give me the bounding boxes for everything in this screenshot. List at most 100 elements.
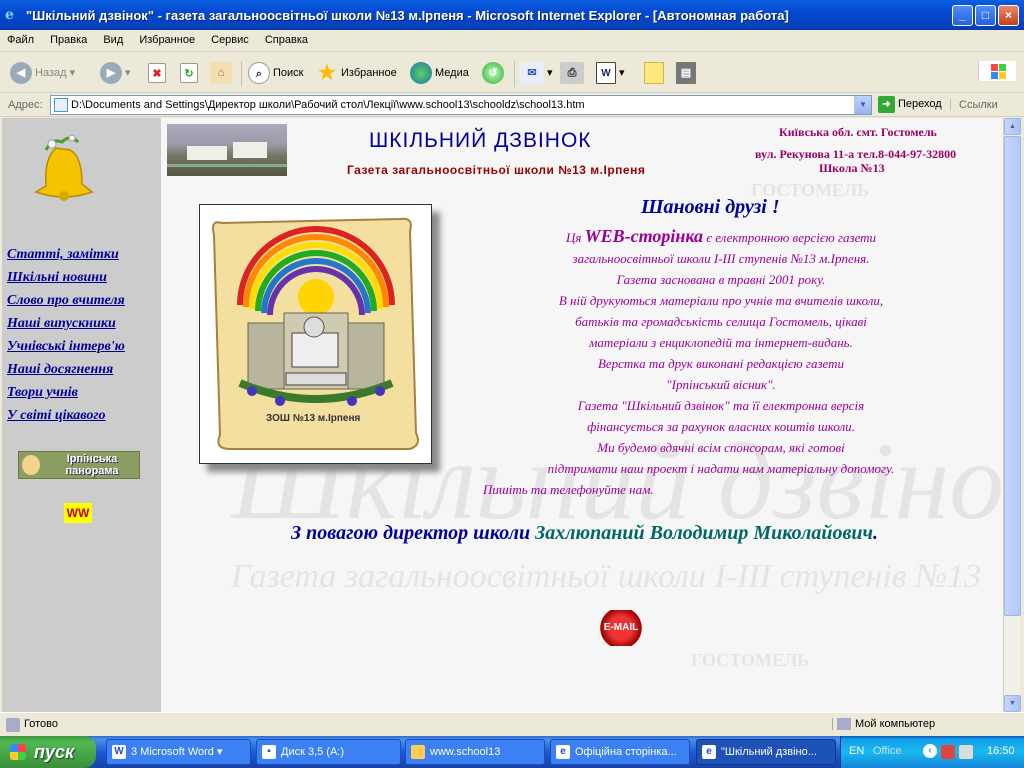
tray-app-icon[interactable]	[941, 745, 955, 759]
menu-bar: Файл Правка Вид Избранное Сервис Справка	[0, 30, 1024, 81]
scroll-down-icon[interactable]: ▼	[1004, 695, 1021, 712]
nav-link-school-news[interactable]: Шкільні новини	[7, 266, 125, 289]
floppy-icon: ▪	[262, 745, 276, 759]
search-button[interactable]: ⌕ Поиск	[248, 61, 303, 85]
stop-button[interactable]: ✖	[148, 61, 169, 85]
toolbar: ◀ Назад ▾ ▶ ▾ ✖ ↻ ⌂ ⌕ Поиск ★ Избранное Меди…	[0, 53, 1024, 93]
irpin-panorama-banner[interactable]: Ірпінська панорама	[18, 451, 140, 479]
research-button[interactable]: ▤	[676, 61, 699, 85]
nav-menu: Статті, замітки Шкільні новини Слово про…	[7, 243, 125, 427]
favorites-button[interactable]: ★ Избранное	[316, 61, 397, 85]
address-input[interactable]: D:\Documents and Settings\Директор школи…	[50, 95, 872, 115]
discuss-button[interactable]	[644, 61, 667, 85]
toolbar-separator	[241, 61, 242, 87]
task-folder[interactable]: www.school13	[405, 739, 545, 765]
title-bar[interactable]: e "Шкільний дзвінок" - газета загальноос…	[0, 0, 1024, 30]
home-button[interactable]: ⌂	[210, 61, 235, 85]
status-text: Готово	[24, 718, 58, 730]
links-button[interactable]: Ссылки	[950, 99, 998, 111]
word-icon: W	[112, 745, 126, 759]
word-icon: W	[596, 62, 616, 85]
school-emblem	[212, 217, 419, 450]
body-line: Пишіть та телефонуйте нам.	[483, 482, 654, 497]
back-arrow-icon: ◀	[10, 62, 32, 85]
forward-button[interactable]: ▶ ▾	[100, 61, 131, 85]
go-button[interactable]: ➜ Переход	[878, 96, 942, 113]
menu-help[interactable]: Справка	[258, 30, 314, 46]
body-line: Ми будемо вдячні всім спонсорам, які гот…	[597, 440, 845, 455]
email-button[interactable]: E-MAIL	[598, 610, 644, 646]
toolbar-separator	[514, 61, 515, 87]
intro-paragraph: Ця WEB-сторінка є електронною версією га…	[461, 226, 981, 500]
research-icon: ▤	[676, 62, 696, 85]
refresh-icon: ↻	[180, 63, 198, 84]
clock[interactable]: 16:50	[987, 745, 1015, 757]
ww-logo[interactable]: WW	[64, 503, 92, 523]
emblem-caption: ЗОШ №13 м.Ірпеня	[266, 413, 361, 424]
menu-tools[interactable]: Сервис	[204, 30, 255, 46]
maximize-button[interactable]: □	[975, 5, 996, 26]
menu-favorites[interactable]: Избранное	[132, 30, 201, 46]
school-photo	[167, 124, 287, 176]
mail-button[interactable]: ✉ ▾	[520, 61, 553, 85]
printer-icon: ⎙	[560, 62, 584, 85]
window-title: "Шкільний дзвінок" - газета загальноосві…	[26, 8, 789, 23]
nav-link-graduates[interactable]: Наші випускники	[7, 312, 125, 335]
status-bar: Готово Мой компьютер	[0, 712, 1024, 736]
nav-link-interviews[interactable]: Учнівські інтерв'ю	[7, 335, 125, 358]
nav-link-achievements[interactable]: Наші досягнення	[7, 358, 125, 381]
chevron-left-icon[interactable]: ‹	[923, 744, 937, 758]
folder-icon	[411, 745, 425, 759]
office-label[interactable]: Office	[873, 745, 902, 757]
search-icon: ⌕	[248, 62, 270, 85]
page-subtitle: Газета загальноосвітньої школи №13 м.Ірп…	[347, 163, 646, 177]
signature: З повагою директор школи Захлюпаний Воло…	[291, 522, 879, 544]
task-word[interactable]: W3 Microsoft Word ▾	[106, 739, 251, 765]
task-school-bell[interactable]: e "Шкільний дзвіно...	[696, 739, 836, 765]
edit-word-button[interactable]: W ▾	[596, 61, 625, 85]
forward-arrow-icon: ▶	[100, 62, 122, 85]
ie-icon: e	[702, 745, 716, 759]
task-floppy[interactable]: ▪ Диск 3,5 (A:)	[256, 739, 401, 765]
minimize-button[interactable]: _	[952, 5, 973, 26]
left-sidebar: Статті, замітки Шкільні новини Слово про…	[2, 118, 161, 712]
media-button[interactable]: Медиа	[410, 61, 469, 85]
header-region: Київська обл. смт. Гостомель	[779, 125, 937, 139]
nav-link-articles[interactable]: Статті, замітки	[7, 243, 125, 266]
body-line: загальноосвітньої школи І-ІІІ ступенів №…	[572, 251, 870, 266]
ie-icon: e	[5, 7, 14, 23]
menu-file[interactable]: Файл	[0, 30, 40, 46]
nav-link-essays[interactable]: Твори учнів	[7, 381, 125, 404]
history-button[interactable]: ↺	[482, 61, 507, 85]
print-button[interactable]: ⎙	[560, 61, 587, 85]
mail-icon: ✉	[520, 62, 544, 85]
body-line: В ній друкуються матеріали про учнів та …	[558, 293, 884, 308]
vertical-scrollbar[interactable]: ▲ ▼	[1003, 118, 1021, 712]
address-label: Адрес:	[8, 99, 43, 111]
page-icon	[54, 98, 68, 112]
go-arrow-icon: ➜	[878, 96, 895, 113]
scroll-up-icon[interactable]: ▲	[1004, 118, 1021, 135]
menu-edit[interactable]: Правка	[43, 30, 93, 46]
status-zone: Мой компьютер	[832, 718, 935, 731]
close-button[interactable]: ×	[998, 5, 1019, 26]
scroll-thumb[interactable]	[1004, 136, 1021, 616]
media-icon	[410, 62, 432, 85]
watermark-subtitle: Газета загальноосвітньої школи І-ІІІ сту…	[231, 558, 982, 595]
volume-icon[interactable]	[959, 745, 973, 759]
history-icon: ↺	[482, 62, 504, 85]
header-address: вул. Рекунова 11-а тел.8-044-97-32800	[755, 147, 957, 161]
start-button[interactable]: пуск	[0, 736, 96, 768]
body-line: фінансується за рахунок власних коштів ш…	[587, 419, 855, 434]
task-official-page[interactable]: e Офіційна сторінка...	[550, 739, 690, 765]
menu-view[interactable]: Вид	[96, 30, 129, 46]
chevron-down-icon[interactable]: ▼	[854, 96, 871, 114]
nav-link-teacher[interactable]: Слово про вчителя	[7, 289, 125, 312]
computer-icon	[837, 718, 851, 731]
back-button[interactable]: ◀ Назад ▾	[10, 61, 75, 85]
nav-link-interesting[interactable]: У світі цікавого	[7, 404, 125, 427]
greeting: Шановні друзі !	[641, 196, 780, 218]
language-indicator[interactable]: EN	[849, 745, 864, 757]
refresh-button[interactable]: ↻	[180, 61, 201, 85]
main-content: Шкільний дзвінок Газета загальноосвітньо…	[161, 118, 1003, 712]
